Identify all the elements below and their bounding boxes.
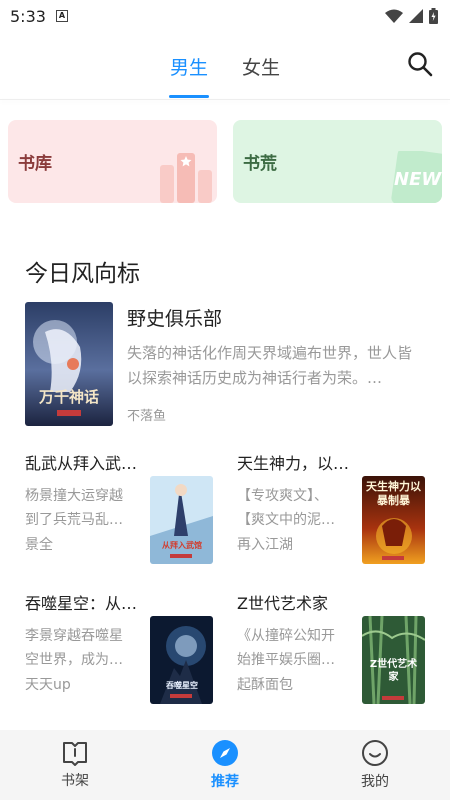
nav-recommend-label: 推荐 xyxy=(211,774,239,790)
header-divider xyxy=(0,99,450,100)
book-description: 《从撞碎公知开始推平娱乐圈… xyxy=(237,628,335,668)
compass-icon xyxy=(212,740,238,766)
featured-book-title: 野史俱乐部 xyxy=(127,308,223,330)
featured-book-cover: 万千神话 xyxy=(25,302,113,426)
book-shortage-card[interactable]: 书荒 NEW xyxy=(233,120,442,203)
featured-book-description: 失落的神话化作周天界域遍布世界，世人皆以探索神话历史成为神话行者为荣。… xyxy=(127,344,413,387)
book-title: 天生神力，以… xyxy=(237,454,349,473)
nav-recommend[interactable]: 推荐 xyxy=(175,739,275,791)
wifi-icon xyxy=(385,9,403,23)
top-navigation: 男生 女生 xyxy=(0,32,450,100)
status-bar: 5:33 A xyxy=(0,0,450,32)
status-time: 5:33 xyxy=(10,6,46,26)
book-description: 李景穿越吞噬星空世界，成为… xyxy=(25,628,123,668)
book-cover-title: Z世代艺术家 xyxy=(369,659,418,683)
book-description: 杨景撞大运穿越到了兵荒马乱… xyxy=(25,488,123,528)
search-icon[interactable] xyxy=(406,50,434,78)
smiley-icon xyxy=(362,740,388,766)
book-title: Z世代艺术家 xyxy=(237,594,328,613)
book-cover: Z世代艺术家 xyxy=(362,616,425,704)
book-item[interactable]: 乱武从拜入武… 杨景撞大运穿越到了兵荒马乱… 景全 从拜入武馆 xyxy=(25,450,213,564)
cell-signal-icon xyxy=(409,9,423,23)
book-cover-title: 吞噬星空 xyxy=(166,680,198,690)
battery-icon xyxy=(429,8,438,24)
nav-profile[interactable]: 我的 xyxy=(325,739,425,791)
book-cover: 吞噬星空 xyxy=(150,616,213,704)
book-item[interactable]: 天生神力，以… 【专攻爽文】、【爽文中的泥… 再入江湖 天生神力以暴制暴 xyxy=(237,450,425,564)
bookshelf-icon xyxy=(63,742,87,766)
section-title: 今日风向标 xyxy=(25,261,140,287)
book-title: 乱武从拜入武… xyxy=(25,454,137,473)
book-item[interactable]: Z世代艺术家 《从撞碎公知开始推平娱乐圈… 起酥面包 Z世代艺术家 xyxy=(237,590,425,704)
book-cover: 从拜入武馆 xyxy=(150,476,213,564)
featured-book[interactable]: 万千神话 野史俱乐部 失落的神话化作周天界域遍布世界，世人皆以探索神话历史成为神… xyxy=(25,302,425,426)
featured-cover-title: 万千神话 xyxy=(38,388,99,406)
book-cover: 天生神力以暴制暴 xyxy=(362,476,425,564)
tab-female[interactable]: 女生 xyxy=(240,47,282,86)
book-item[interactable]: 吞噬星空：从… 李景穿越吞噬星空世界，成为… 天天up 吞噬星空 xyxy=(25,590,213,704)
bottom-navigation: 书架 推荐 我的 xyxy=(0,730,450,800)
bar-stars-icon xyxy=(160,153,212,203)
book-title: 吞噬星空：从… xyxy=(25,594,137,613)
tab-male[interactable]: 男生 xyxy=(168,47,210,98)
book-description: 【专攻爽文】、【爽文中的泥… xyxy=(237,488,335,528)
notification-a-icon: A xyxy=(55,10,68,22)
book-cover-title: 天生神力以暴制暴 xyxy=(366,480,421,507)
library-label: 书库 xyxy=(18,154,52,174)
nav-bookshelf[interactable]: 书架 xyxy=(25,740,125,790)
nav-bookshelf-label: 书架 xyxy=(61,773,89,789)
featured-book-author: 不落鱼 xyxy=(127,409,167,424)
book-cover-title: 从拜入武馆 xyxy=(162,540,202,550)
nav-profile-label: 我的 xyxy=(361,774,389,790)
new-badge-icon: NEW xyxy=(391,151,442,203)
new-badge-text: NEW xyxy=(394,169,442,190)
book-shortage-label: 书荒 xyxy=(243,154,277,174)
library-card[interactable]: 书库 xyxy=(8,120,217,203)
